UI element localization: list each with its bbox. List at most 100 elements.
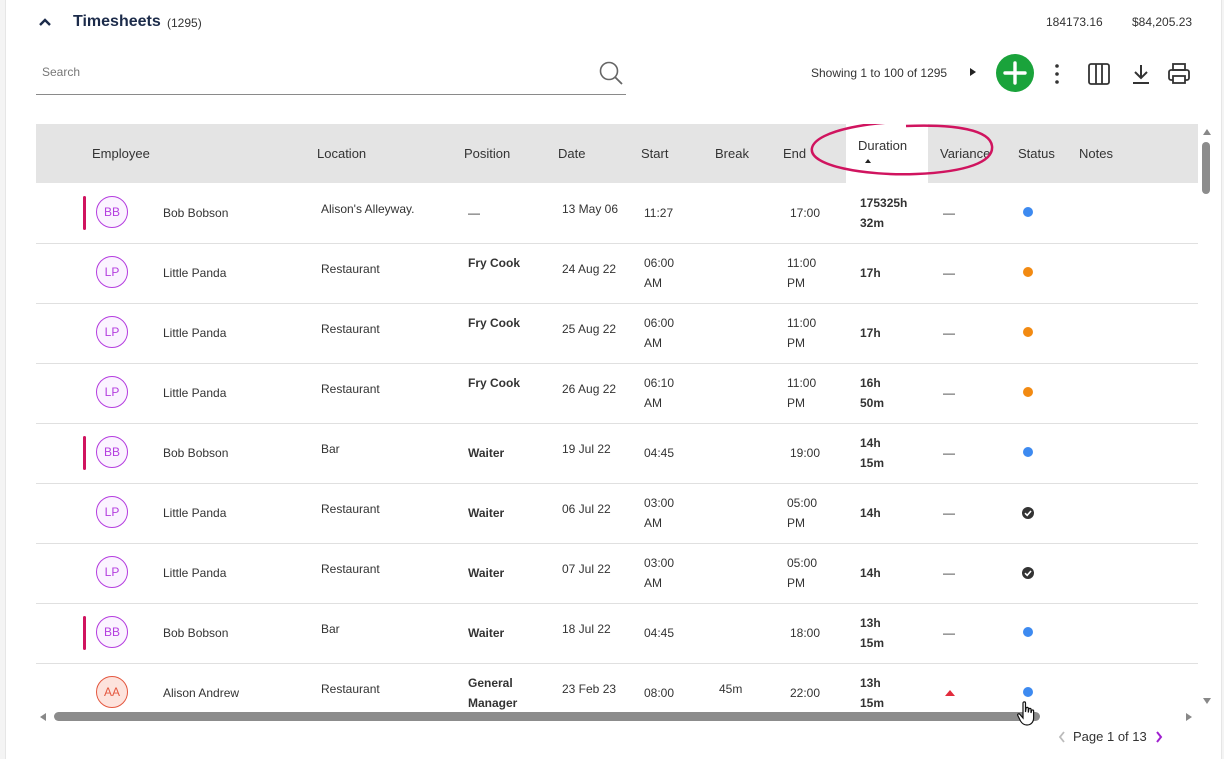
columns-icon[interactable]: [1087, 62, 1111, 86]
position-cell: Waiter: [468, 566, 505, 580]
table-row[interactable]: LP Little Panda Restaurant Fry Cook 24 Aug 2…: [36, 243, 1198, 304]
start-line: AM: [644, 336, 662, 350]
start-line: AM: [644, 276, 662, 290]
table-row[interactable]: LP Little Panda Restaurant Waiter 07 Jul 22 0…: [36, 543, 1198, 604]
start-line: 04:45: [644, 446, 675, 460]
start-line: 08:00: [644, 686, 675, 700]
col-location[interactable]: Location: [317, 146, 366, 161]
avatar: LP: [96, 376, 128, 408]
date-cell: 13 May 06: [562, 202, 619, 216]
end-line: 17:00: [789, 206, 820, 220]
table-row[interactable]: LP Little Panda Restaurant Fry Cook 26 Aug 2…: [36, 363, 1198, 424]
duration-line: 17h: [860, 266, 881, 280]
download-icon[interactable]: [1129, 62, 1153, 86]
date-cell: 19 Jul 22: [562, 442, 611, 456]
avatar: LP: [96, 256, 128, 288]
break-cell: 45m: [719, 682, 743, 696]
end-line: PM: [787, 336, 805, 350]
flag-marker: [83, 436, 86, 470]
start-cell: 06:00 AM: [644, 253, 674, 293]
status-blue-dot: [1023, 207, 1033, 217]
employee-name: Little Panda: [163, 506, 227, 520]
col-break[interactable]: Break: [715, 146, 749, 161]
avatar: BB: [96, 436, 128, 468]
duration-cell: 14h 15m: [860, 433, 884, 473]
vertical-scrollbar[interactable]: [1200, 124, 1214, 710]
plus-icon: [1003, 61, 1027, 85]
employee-name: Little Panda: [163, 266, 227, 280]
employee-name: Little Panda: [163, 386, 227, 400]
duration-line: 17h: [860, 326, 881, 340]
print-icon[interactable]: [1167, 62, 1191, 86]
table-row[interactable]: LP Little Panda Restaurant Waiter 06 Jul 22 0…: [36, 483, 1198, 544]
search-icon[interactable]: [598, 60, 624, 86]
duration-cell: 17h: [860, 323, 881, 343]
col-employee[interactable]: Employee: [92, 146, 150, 161]
caret-right-icon[interactable]: [968, 67, 978, 77]
position-cell: Fry Cook: [468, 376, 521, 390]
chevron-up-icon[interactable]: [37, 14, 53, 30]
search-bar: [36, 56, 626, 95]
date-cell: 18 Jul 22: [562, 622, 611, 636]
start-line: 04:45: [644, 626, 675, 640]
start-line: 06:00: [644, 316, 675, 330]
start-cell: 08:00: [644, 683, 674, 703]
status-blue-dot: [1023, 687, 1033, 697]
chevron-right-icon[interactable]: [1154, 730, 1164, 744]
employee-name: Bob Bobson: [163, 206, 229, 220]
location-cell: Bar: [321, 622, 340, 636]
status-orange-dot: [1023, 327, 1033, 337]
avatar: LP: [96, 496, 128, 528]
table-row[interactable]: LP Little Panda Restaurant Fry Cook 25 Aug 2…: [36, 303, 1198, 364]
start-cell: 11:27: [644, 203, 673, 223]
search-input[interactable]: [40, 64, 584, 80]
variance-cell: —: [943, 506, 955, 520]
avatar: BB: [96, 196, 128, 228]
start-line: 11:27: [644, 206, 674, 220]
end-cell: 19:00: [756, 443, 820, 463]
duration-line: 14h: [860, 566, 881, 580]
location-cell: Restaurant: [321, 262, 380, 276]
col-notes[interactable]: Notes: [1079, 146, 1113, 161]
position-cell: Waiter: [468, 626, 505, 640]
status-orange-dot: [1023, 267, 1033, 277]
table-row[interactable]: BB Bob Bobson Bar Waiter 18 Jul 22 04:45 18:00…: [36, 603, 1198, 664]
duration-cell: 175325h 32m: [860, 193, 907, 233]
end-line: 18:00: [789, 626, 820, 640]
add-timesheet-button[interactable]: [996, 54, 1034, 92]
col-status[interactable]: Status: [1018, 146, 1055, 161]
chevron-left-icon[interactable]: [1057, 730, 1067, 744]
hand-cursor-icon: [1017, 701, 1035, 726]
status-orange-dot: [1023, 387, 1033, 397]
end-line: 22:00: [789, 686, 820, 700]
duration-cell: 17h: [860, 263, 881, 283]
variance-cell: —: [943, 206, 955, 220]
duration-line: 14h: [860, 436, 881, 450]
location-cell: Restaurant: [321, 382, 380, 396]
status-blue-dot: [1023, 447, 1033, 457]
start-line: AM: [644, 576, 662, 590]
approved-check-icon: [1022, 567, 1034, 579]
table-row[interactable]: BB Bob Bobson Bar Waiter 19 Jul 22 04:45 19:00…: [36, 423, 1198, 484]
end-line: PM: [787, 516, 805, 530]
date-cell: 25 Aug 22: [562, 322, 617, 336]
start-cell: 06:10 AM: [644, 373, 674, 413]
end-line: 11:00: [787, 376, 817, 390]
col-end[interactable]: End: [783, 146, 806, 161]
duration-line: 13h: [860, 676, 881, 690]
employee-name: Little Panda: [163, 326, 227, 340]
duration-line: 14h: [860, 506, 881, 520]
col-position[interactable]: Position: [464, 146, 510, 161]
col-start[interactable]: Start: [641, 146, 668, 161]
total-cost: $84,205.23: [1132, 15, 1193, 29]
variance-cell: —: [943, 386, 955, 400]
end-line: 11:00: [787, 316, 817, 330]
table-row[interactable]: BB Bob Bobson Alison's Alleyway. — 13 May 06…: [36, 183, 1198, 244]
end-line: 05:00: [787, 556, 818, 570]
start-line: 03:00: [644, 556, 675, 570]
col-date[interactable]: Date: [558, 146, 585, 161]
end-cell: 11:00 PM: [787, 253, 816, 293]
more-options-icon[interactable]: [1045, 62, 1069, 86]
end-line: PM: [787, 396, 805, 410]
pagination-label: Page 1 of 13: [1073, 729, 1147, 744]
